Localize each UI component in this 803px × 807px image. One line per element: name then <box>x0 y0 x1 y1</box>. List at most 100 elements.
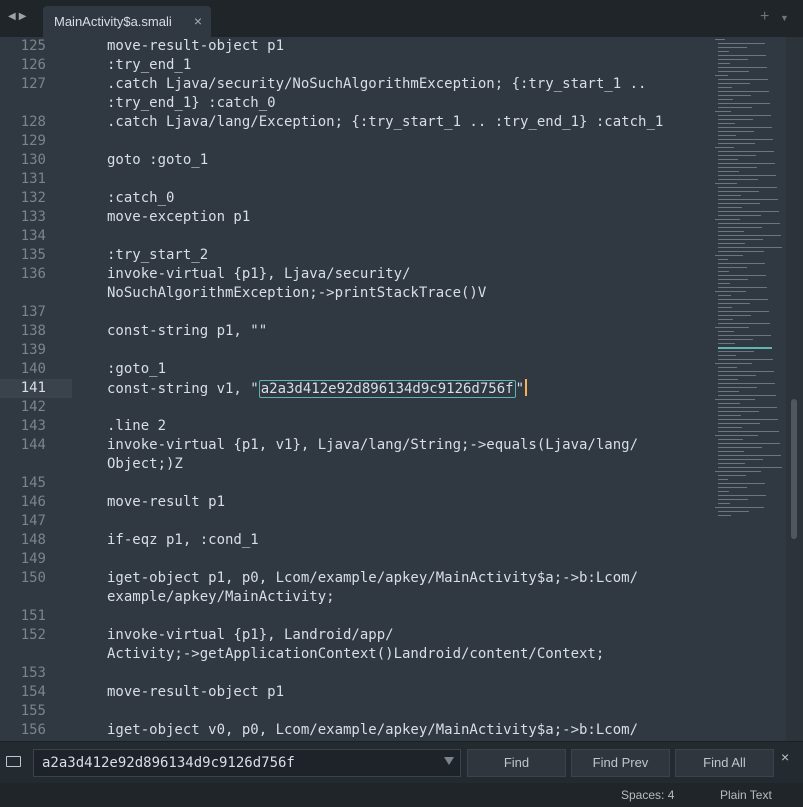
minimap[interactable] <box>715 37 785 517</box>
minimap-line <box>718 263 765 264</box>
tab-nav-arrows-icon[interactable]: ◀▶ <box>8 11 29 22</box>
code-line[interactable] <box>107 303 707 322</box>
line-number: 128 <box>20 114 46 130</box>
minimap-line <box>718 375 756 376</box>
line-number <box>0 284 72 303</box>
code-line[interactable] <box>107 550 707 569</box>
minimap-line <box>718 139 773 140</box>
find-all-button[interactable]: Find All <box>675 749 774 777</box>
minimap-line <box>718 79 768 80</box>
minimap-line <box>718 207 742 208</box>
code-line[interactable]: :try_end_1 <box>107 56 707 75</box>
line-number: 149 <box>20 551 46 567</box>
code-line[interactable] <box>107 512 707 531</box>
line-number: 140 <box>20 361 46 377</box>
code-line[interactable]: .catch Ljava/lang/Exception; {:try_start… <box>107 113 707 132</box>
code-line[interactable]: goto :goto_1 <box>107 151 707 170</box>
line-number: 136 <box>20 266 46 282</box>
minimap-line <box>715 219 740 220</box>
new-tab-icon[interactable]: + <box>760 8 769 26</box>
minimap-line <box>718 443 780 444</box>
minimap-line <box>718 123 735 124</box>
code-line[interactable] <box>107 341 707 360</box>
code-line[interactable] <box>107 132 707 151</box>
find-history-dropdown-icon[interactable] <box>444 757 454 765</box>
code-line[interactable] <box>107 664 707 683</box>
code-line[interactable]: NoSuchAlgorithmException;->printStackTra… <box>107 284 707 303</box>
minimap-line <box>715 255 743 256</box>
line-number: 129 <box>20 133 46 149</box>
code-line[interactable]: invoke-virtual {p1}, Landroid/app/ <box>107 626 707 645</box>
minimap-line <box>718 479 728 480</box>
minimap-line <box>718 475 746 476</box>
code-line[interactable]: move-result p1 <box>107 493 707 512</box>
minimap-line <box>718 403 740 404</box>
minimap-line <box>718 171 739 172</box>
code-line[interactable]: iget-object v0, p0, Lcom/example/apkey/M… <box>107 721 707 740</box>
minimap-line <box>715 147 734 148</box>
minimap-line <box>718 275 766 276</box>
code-line[interactable]: move-result-object p1 <box>107 37 707 56</box>
minimap-line <box>718 131 754 132</box>
line-number: 137 <box>20 304 46 320</box>
line-number: 144 <box>20 437 46 453</box>
code-line[interactable]: const-string p1, "" <box>107 322 707 341</box>
minimap-line <box>718 135 736 136</box>
find-prev-button[interactable]: Find Prev <box>571 749 670 777</box>
code-line[interactable]: move-exception p1 <box>107 208 707 227</box>
code-line[interactable]: .catch Ljava/security/NoSuchAlgorithmExc… <box>107 75 707 94</box>
tab-menu-chevron-icon[interactable]: ▼ <box>780 13 789 23</box>
code-line[interactable]: :catch_0 <box>107 189 707 208</box>
status-syntax[interactable]: Plain Text <box>720 788 772 802</box>
find-input[interactable] <box>33 749 461 777</box>
minimap-line <box>715 75 728 76</box>
code-line[interactable]: const-string v1, " a2a3d412e92d896134d9c9… <box>107 379 707 398</box>
code-line[interactable]: :goto_1 <box>107 360 707 379</box>
code-line[interactable]: Object;)Z <box>107 455 707 474</box>
find-options-toggle-icon[interactable] <box>6 756 21 767</box>
code-line[interactable]: :try_end_1} :catch_0 <box>107 94 707 113</box>
code-line[interactable]: invoke-virtual {p1, v1}, Ljava/lang/Stri… <box>107 436 707 455</box>
code-area[interactable]: move-result-object p1:try_end_1 .catch Lj… <box>107 37 707 740</box>
code-line[interactable]: Activity;->getApplicationContext()Landro… <box>107 645 707 664</box>
find-panel-close-icon[interactable]: × <box>781 749 789 765</box>
minimap-line <box>715 435 758 436</box>
tab-close-icon[interactable]: × <box>194 13 202 29</box>
code-editor[interactable]: 125 126 127 128 129 130 131 132 133 134 135 136 137 1… <box>0 37 803 741</box>
code-line[interactable]: if-eqz p1, :cond_1 <box>107 531 707 550</box>
minimap-line <box>718 187 777 188</box>
minimap-line <box>718 195 741 196</box>
code-text: const-string v1, " <box>107 381 259 397</box>
code-line[interactable] <box>107 607 707 626</box>
code-line[interactable]: :try_start_2 <box>107 246 707 265</box>
code-line[interactable] <box>107 170 707 189</box>
scrollbar-thumb[interactable] <box>791 399 797 539</box>
minimap-line <box>718 91 769 92</box>
vertical-scrollbar[interactable] <box>786 37 803 741</box>
minimap-line <box>718 447 762 448</box>
minimap-line <box>718 47 747 48</box>
minimap-line <box>718 351 754 352</box>
minimap-line <box>718 247 782 248</box>
minimap-line <box>718 175 776 176</box>
code-line[interactable] <box>107 474 707 493</box>
code-line[interactable] <box>107 702 707 721</box>
code-line[interactable]: move-result-object p1 <box>107 683 707 702</box>
minimap-line <box>718 279 748 280</box>
tab-mainactivity[interactable]: MainActivity$a.smali × <box>43 6 211 37</box>
code-line[interactable] <box>107 398 707 417</box>
code-line[interactable]: .line 2 <box>107 417 707 436</box>
minimap-line <box>715 471 761 472</box>
minimap-line <box>715 183 737 184</box>
minimap-line <box>718 515 731 516</box>
status-indentation[interactable]: Spaces: 4 <box>621 788 674 802</box>
minimap-line <box>718 439 743 440</box>
minimap-line <box>718 211 779 212</box>
find-button[interactable]: Find <box>467 749 566 777</box>
code-line[interactable]: iget-object p1, p0, Lcom/example/apkey/M… <box>107 569 707 588</box>
line-number: 153 <box>20 665 46 681</box>
code-line[interactable] <box>107 227 707 246</box>
code-line[interactable]: invoke-virtual {p1}, Ljava/security/ <box>107 265 707 284</box>
code-line[interactable]: example/apkey/MainActivity; <box>107 588 707 607</box>
minimap-line <box>718 395 776 396</box>
